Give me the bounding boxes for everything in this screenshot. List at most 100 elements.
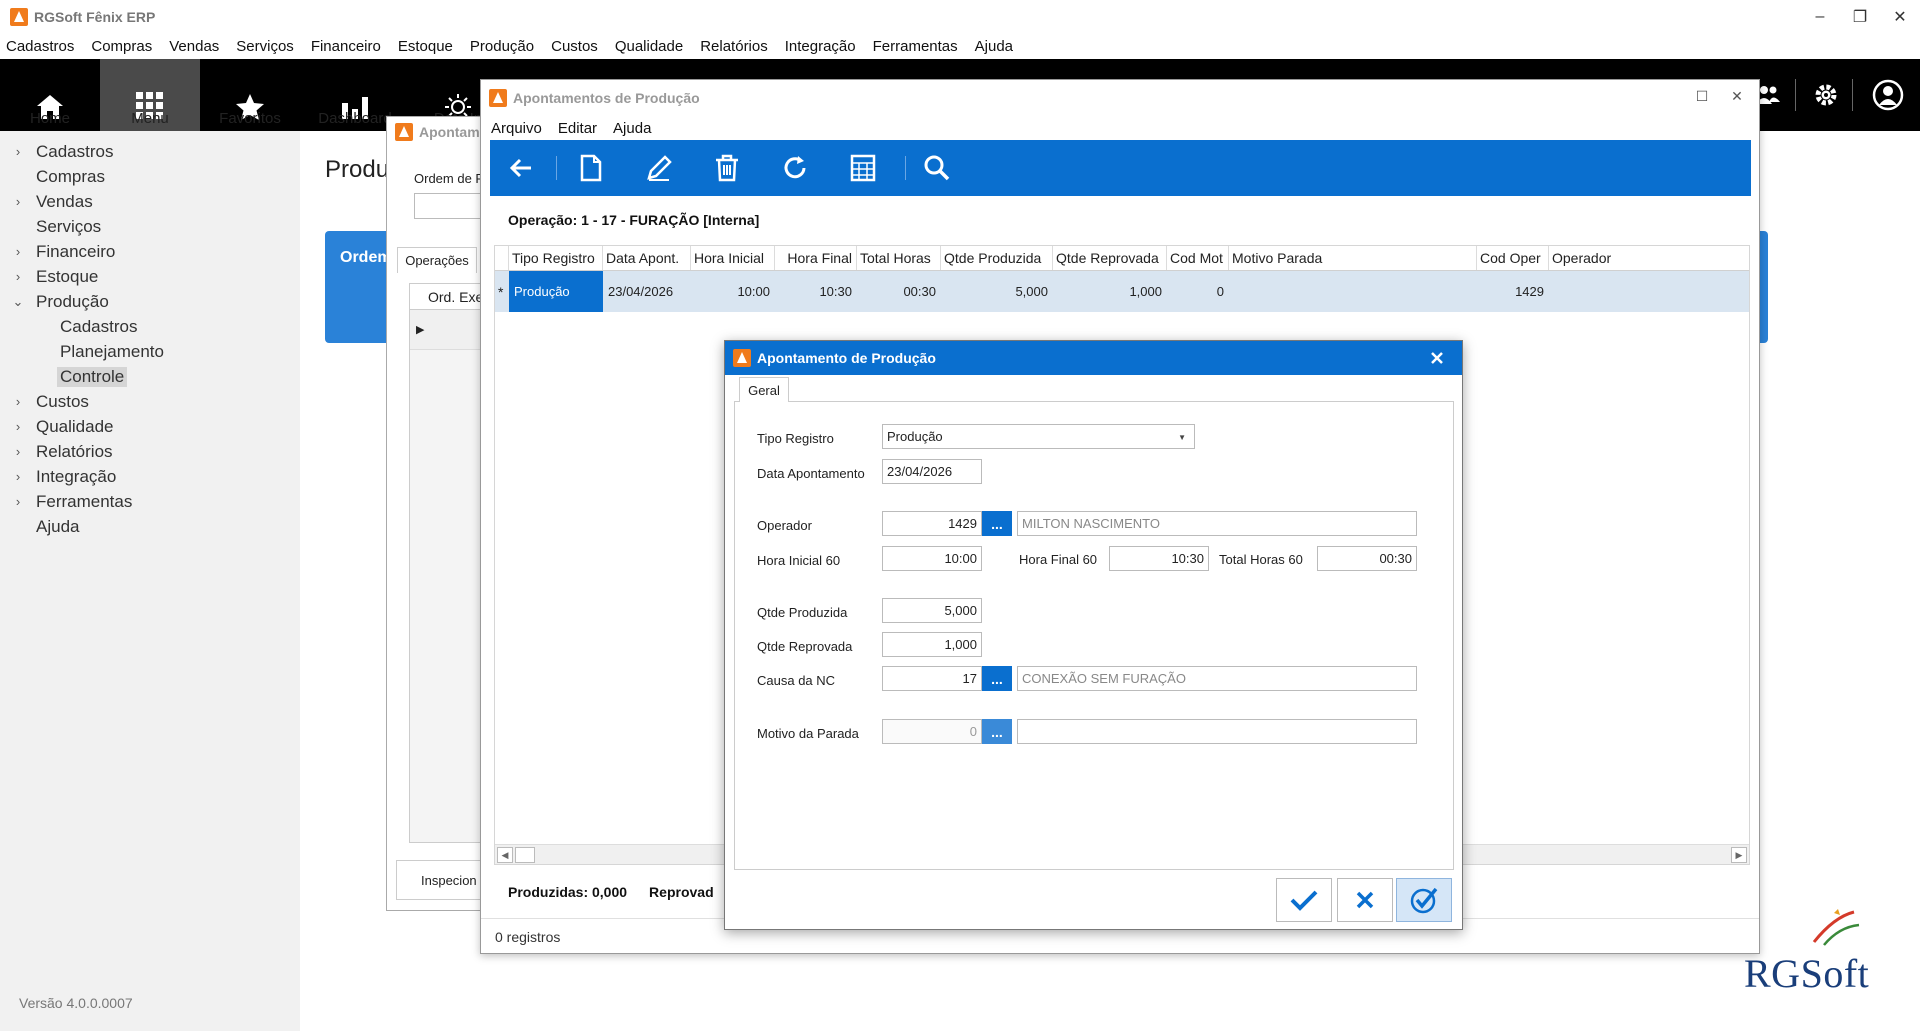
motivo-parada-lookup-button[interactable]: ... <box>982 719 1012 744</box>
sidebar-item-estoque[interactable]: › Estoque <box>0 264 300 289</box>
cell-operador[interactable] <box>1549 271 1749 312</box>
search-button[interactable] <box>918 150 956 186</box>
edit-button[interactable] <box>640 150 678 186</box>
confirm-and-new-button[interactable] <box>1396 878 1452 922</box>
cell-cod-mot[interactable]: 0 <box>1167 271 1229 312</box>
menu-integracao[interactable]: Integração <box>785 38 856 55</box>
sidebar-item-compras[interactable]: Compras <box>0 164 300 189</box>
hora-inicial-field[interactable]: 10:00 <box>882 546 982 571</box>
cell-motivo[interactable] <box>1229 271 1477 312</box>
menu-estoque[interactable]: Estoque <box>398 38 453 55</box>
operador-lookup-button[interactable]: ... <box>982 511 1012 536</box>
col-cod-oper[interactable]: Cod Oper <box>1477 246 1549 270</box>
sidebar-item-producao-cadastros[interactable]: Cadastros <box>0 314 300 339</box>
col-qtde-reprovada[interactable]: Qtde Reprovada <box>1053 246 1167 270</box>
sidebar-item-relatorios[interactable]: › Relatórios <box>0 439 300 464</box>
operador-code-field[interactable]: 1429 <box>882 511 982 536</box>
tab-geral[interactable]: Geral <box>739 377 789 402</box>
scroll-left-icon[interactable]: ◀ <box>497 847 513 863</box>
col-motivo-parada[interactable]: Motivo Parada <box>1229 246 1477 270</box>
col-hora-final[interactable]: Hora Final <box>775 246 857 270</box>
col-total-horas[interactable]: Total Horas <box>857 246 941 270</box>
causa-nc-code-field[interactable]: 17 <box>882 666 982 691</box>
cell-hora-final[interactable]: 10:30 <box>775 271 857 312</box>
delete-button[interactable] <box>708 150 746 186</box>
cancel-button[interactable] <box>1337 878 1393 922</box>
col-qtde-produzida[interactable]: Qtde Produzida <box>941 246 1053 270</box>
menu-cadastros[interactable]: Cadastros <box>6 38 74 55</box>
calculator-button[interactable] <box>844 150 882 186</box>
sidebar-item-producao[interactable]: ⌄ Produção <box>0 289 300 314</box>
table-row[interactable]: * Produção 23/04/2026 10:00 10:30 00:30 … <box>495 271 1749 312</box>
chevron-right-icon: › <box>15 444 21 459</box>
cell-qtde-reprovada[interactable]: 1,000 <box>1053 271 1167 312</box>
sidebar-item-ajuda[interactable]: Ajuda <box>0 514 300 539</box>
cell-qtde-produzida[interactable]: 5,000 <box>941 271 1053 312</box>
menu-arquivo[interactable]: Arquivo <box>491 120 542 137</box>
menu-servicos[interactable]: Serviços <box>236 38 294 55</box>
cell-hora-inicial[interactable]: 10:00 <box>691 271 775 312</box>
tipo-registro-value: Produção <box>887 429 943 444</box>
total-horas-field[interactable]: 00:30 <box>1317 546 1417 571</box>
maximize-icon[interactable]: ☐ <box>1691 88 1713 108</box>
home-button[interactable]: Home <box>0 59 100 131</box>
cell-tipo[interactable]: Produção <box>509 271 603 312</box>
tipo-registro-select[interactable]: Produção ▼ <box>882 424 1195 449</box>
menu-financeiro[interactable]: Financeiro <box>311 38 381 55</box>
sidebar-item-financeiro[interactable]: › Financeiro <box>0 239 300 264</box>
search-icon <box>924 155 950 181</box>
col-tipo-registro[interactable]: Tipo Registro <box>509 246 603 270</box>
menu-ferramentas[interactable]: Ferramentas <box>873 38 958 55</box>
causa-nc-lookup-button[interactable]: ... <box>982 666 1012 691</box>
sidebar-item-ferramentas[interactable]: › Ferramentas <box>0 489 300 514</box>
win2-menubar: Arquivo Editar Ajuda <box>491 117 667 139</box>
sidebar-item-planejamento[interactable]: Planejamento <box>0 339 300 364</box>
menu-button[interactable]: Menu <box>100 59 200 131</box>
qtde-produzida-field[interactable]: 5,000 <box>882 598 982 623</box>
tab-operacoes[interactable]: Operações <box>397 247 477 273</box>
menu-ajuda[interactable]: Ajuda <box>975 38 1013 55</box>
menu-editar[interactable]: Editar <box>558 120 597 137</box>
sidebar-item-vendas[interactable]: › Vendas <box>0 189 300 214</box>
close-icon[interactable]: ✕ <box>1726 88 1748 108</box>
refresh-button[interactable] <box>776 150 814 186</box>
sidebar-item-custos[interactable]: › Custos <box>0 389 300 414</box>
col-cod-mot[interactable]: Cod Mot <box>1167 246 1229 270</box>
back-button[interactable] <box>502 150 540 186</box>
gear-icon[interactable] <box>1808 77 1844 113</box>
menu-custos[interactable]: Custos <box>551 38 598 55</box>
cell-total-horas[interactable]: 00:30 <box>857 271 941 312</box>
sidebar-item-label: Relatórios <box>36 441 113 461</box>
minimize-icon[interactable]: – <box>1800 0 1840 34</box>
data-apontamento-field[interactable]: 23/04/2026 <box>882 459 982 484</box>
close-icon[interactable] <box>1426 347 1448 369</box>
motivo-parada-code-field[interactable]: 0 <box>882 719 982 744</box>
restore-icon[interactable]: ❐ <box>1840 0 1880 34</box>
hora-final-field[interactable]: 10:30 <box>1109 546 1209 571</box>
new-button[interactable] <box>572 150 610 186</box>
sidebar-item-integracao[interactable]: › Integração <box>0 464 300 489</box>
menu-relatorios[interactable]: Relatórios <box>700 38 768 55</box>
sidebar-item-cadastros[interactable]: › Cadastros <box>0 139 300 164</box>
cell-data[interactable]: 23/04/2026 <box>603 271 691 312</box>
tipo-registro-label: Tipo Registro <box>757 431 834 446</box>
sidebar-item-servicos[interactable]: Serviços <box>0 214 300 239</box>
qtde-reprovada-field[interactable]: 1,000 <box>882 632 982 657</box>
confirm-button[interactable] <box>1276 878 1332 922</box>
menu-qualidade[interactable]: Qualidade <box>615 38 683 55</box>
menu-vendas[interactable]: Vendas <box>169 38 219 55</box>
menu-compras[interactable]: Compras <box>91 38 152 55</box>
menu-ajuda[interactable]: Ajuda <box>613 120 651 137</box>
col-data-apont[interactable]: Data Apont. <box>603 246 691 270</box>
favoritos-button[interactable]: Favoritos <box>200 59 300 131</box>
scroll-thumb[interactable] <box>515 847 535 863</box>
menu-producao[interactable]: Produção <box>470 38 534 55</box>
sidebar-item-qualidade[interactable]: › Qualidade <box>0 414 300 439</box>
col-hora-inicial[interactable]: Hora Inicial <box>691 246 775 270</box>
col-operador[interactable]: Operador <box>1549 246 1749 270</box>
scroll-right-icon[interactable]: ▶ <box>1731 847 1747 863</box>
cell-cod-oper[interactable]: 1429 <box>1477 271 1549 312</box>
sidebar-item-controle[interactable]: Controle <box>0 364 300 389</box>
user-avatar-icon[interactable] <box>1870 77 1906 113</box>
close-icon[interactable]: ✕ <box>1880 0 1920 34</box>
